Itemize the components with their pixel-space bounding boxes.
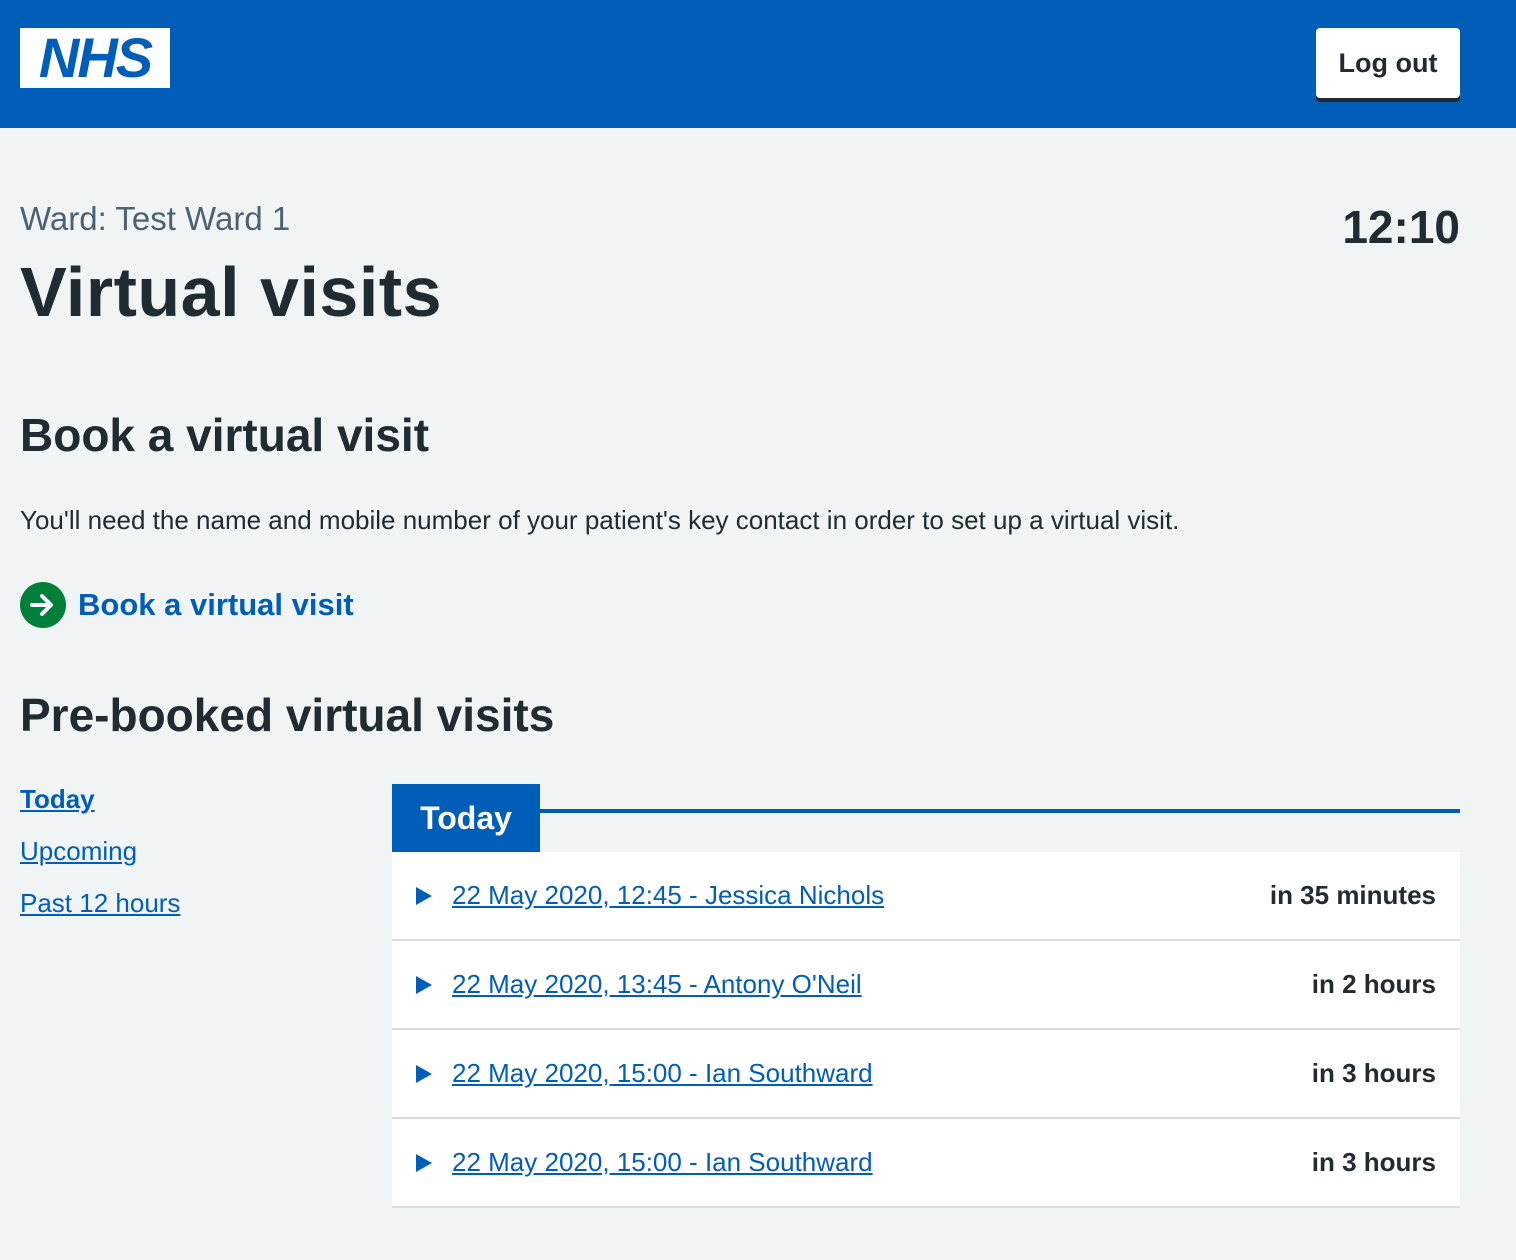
today-tab-header: Today (392, 784, 540, 852)
visit-row-left: 22 May 2020, 13:45 - Antony O'Neil (416, 969, 862, 1000)
visit-row-left: 22 May 2020, 15:00 - Ian Southward (416, 1147, 873, 1178)
side-nav-item-upcoming: Upcoming (20, 836, 180, 866)
expand-triangle-icon[interactable] (416, 975, 432, 994)
visit-link[interactable]: 22 May 2020, 13:45 - Antony O'Neil (452, 969, 862, 1000)
book-visit-action-label: Book a virtual visit (78, 587, 354, 622)
side-nav-item-today: Today (20, 784, 180, 814)
book-visit-action-link[interactable]: Book a virtual visit (20, 582, 354, 628)
visit-row-left: 22 May 2020, 15:00 - Ian Southward (416, 1058, 873, 1089)
side-nav-link-past-12-hours[interactable]: Past 12 hours (20, 888, 180, 918)
expand-triangle-icon[interactable] (416, 886, 432, 905)
side-nav-item-past-12-hours: Past 12 hours (20, 888, 180, 918)
visit-time-until: in 35 minutes (1269, 880, 1436, 910)
visits-side-nav: Today Upcoming Past 12 hours (20, 784, 180, 940)
book-visit-heading: Book a virtual visit (20, 409, 430, 461)
expand-triangle-icon[interactable] (416, 1064, 432, 1083)
ward-caption: Ward: Test Ward 1 (20, 200, 291, 237)
visit-link[interactable]: 22 May 2020, 15:00 - Ian Southward (452, 1147, 873, 1178)
visit-row[interactable]: 22 May 2020, 13:45 - Antony O'Neil in 2 … (392, 941, 1460, 1030)
visit-time-until: in 2 hours (1311, 969, 1436, 999)
site-header: NHS Log out (0, 0, 1516, 128)
visit-time-until: in 3 hours (1311, 1058, 1436, 1088)
visit-row[interactable]: 22 May 2020, 15:00 - Ian Southward in 3 … (392, 1119, 1460, 1208)
book-visit-description: You'll need the name and mobile number o… (20, 505, 1180, 535)
visits-list: 22 May 2020, 12:45 - Jessica Nichols in … (392, 852, 1460, 1208)
logout-button[interactable]: Log out (1316, 28, 1460, 98)
prebooked-visits-heading: Pre-booked virtual visits (20, 689, 555, 741)
page-title: Virtual visits (20, 253, 443, 331)
visit-row[interactable]: 22 May 2020, 12:45 - Jessica Nichols in … (392, 852, 1460, 941)
current-time: 12:10 (1342, 201, 1460, 253)
visit-link[interactable]: 22 May 2020, 15:00 - Ian Southward (452, 1058, 873, 1089)
visit-row-left: 22 May 2020, 12:45 - Jessica Nichols (416, 880, 884, 911)
visit-link[interactable]: 22 May 2020, 12:45 - Jessica Nichols (452, 880, 884, 911)
arrow-right-circle-icon (20, 582, 66, 628)
tab-divider (540, 809, 1460, 813)
visit-time-until: in 3 hours (1311, 1147, 1436, 1177)
expand-triangle-icon[interactable] (416, 1153, 432, 1172)
nhs-logo[interactable]: NHS (20, 28, 170, 88)
side-nav-link-today[interactable]: Today (20, 784, 95, 814)
nhs-logo-text: NHS (38, 26, 153, 89)
visit-row[interactable]: 22 May 2020, 15:00 - Ian Southward in 3 … (392, 1030, 1460, 1119)
side-nav-link-upcoming[interactable]: Upcoming (20, 836, 137, 866)
